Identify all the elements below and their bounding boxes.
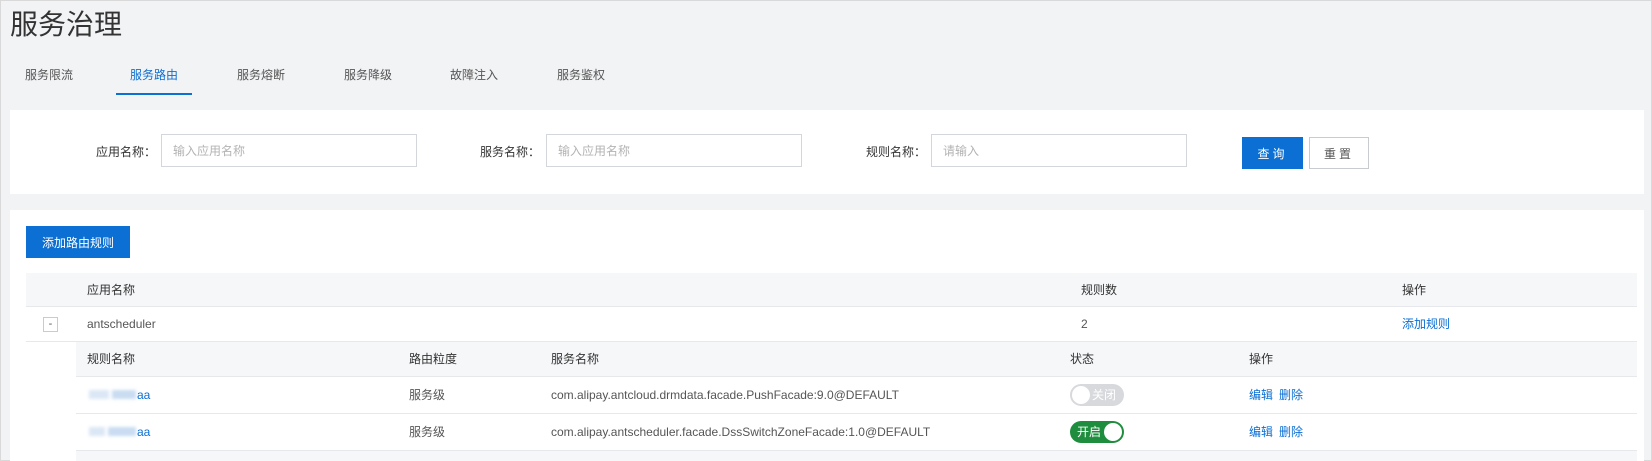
rule-name-label: 规则名称：: [866, 145, 927, 159]
service-name-label: 服务名称：: [480, 145, 541, 159]
column-status: 状态: [1070, 352, 1095, 366]
status-toggle[interactable]: 开启: [1070, 421, 1124, 443]
redacted-text: [89, 427, 105, 436]
edit-link[interactable]: 编辑: [1249, 424, 1273, 440]
table-row: - antscheduler 2 添加规则: [26, 307, 1637, 342]
app-name-label: 应用名称：: [96, 145, 157, 159]
rule-name-link[interactable]: aa: [137, 387, 150, 403]
collapse-toggle[interactable]: -: [43, 317, 58, 332]
page-title: 服务治理: [10, 9, 123, 40]
filter-panel: 应用名称： 服务名称： 规则名称：: [10, 110, 1644, 194]
service-name-input[interactable]: [546, 134, 802, 167]
tab-degradation[interactable]: 服务降级: [343, 61, 393, 95]
tab-fault-injection[interactable]: 故障注入: [449, 61, 499, 95]
column-actions: 操作: [1402, 283, 1427, 297]
delete-link[interactable]: 删除: [1279, 387, 1303, 403]
reset-button[interactable]: 重置: [1309, 137, 1369, 169]
rule-row: aa 服务级 com.alipay.antcloud.drmdata.facad…: [76, 377, 1637, 414]
rule-name-input[interactable]: [931, 134, 1187, 167]
rule-list-panel: 添加路由规则 应用名称 规则数 操作 - antscheduler 2 添加规则…: [10, 210, 1644, 461]
toggle-knob: [1072, 386, 1090, 404]
query-button[interactable]: 查询: [1242, 137, 1303, 169]
column-granularity: 路由粒度: [409, 352, 458, 366]
status-toggle-label: 关闭: [1091, 388, 1116, 402]
tab-service-routing[interactable]: 服务路由: [116, 61, 192, 95]
redacted-text: [89, 390, 109, 399]
rule-row: aa 服务级 com.alipay.antscheduler.facade.Ds…: [76, 414, 1637, 451]
granularity-cell: 服务级: [409, 425, 446, 439]
rule-name-link[interactable]: aa: [137, 424, 150, 440]
toggle-knob: [1104, 423, 1122, 441]
service-name-cell: com.alipay.antscheduler.facade.DssSwitch…: [551, 425, 931, 439]
tab-authentication[interactable]: 服务鉴权: [556, 61, 606, 95]
edit-link[interactable]: 编辑: [1249, 387, 1273, 403]
column-service-name: 服务名称: [551, 352, 600, 366]
delete-link[interactable]: 删除: [1279, 424, 1303, 440]
column-sub-actions: 操作: [1249, 352, 1274, 366]
service-name-cell: com.alipay.antcloud.drmdata.facade.PushF…: [551, 388, 899, 402]
rule-sub-table: 规则名称 路由粒度 服务名称 状态 操作 aa 服务级 com.alipay.a…: [76, 342, 1637, 461]
tab-rate-limit[interactable]: 服务限流: [24, 61, 74, 95]
status-toggle-label: 开启: [1077, 425, 1102, 439]
add-route-rule-button[interactable]: 添加路由规则: [26, 226, 130, 258]
rule-count-cell: 2: [1081, 317, 1088, 331]
tab-circuit-breaker[interactable]: 服务熔断: [236, 61, 286, 95]
table-header: 应用名称 规则数 操作: [26, 273, 1637, 307]
add-rule-link[interactable]: 添加规则: [1402, 316, 1450, 332]
granularity-cell: 服务级: [409, 388, 446, 402]
redacted-text: [112, 390, 136, 399]
app-name-input[interactable]: [161, 134, 417, 167]
redacted-text: [108, 427, 136, 436]
status-toggle[interactable]: 关闭: [1070, 384, 1124, 406]
column-rule-count: 规则数: [1081, 283, 1118, 297]
sub-table-header: 规则名称 路由粒度 服务名称 状态 操作: [76, 342, 1637, 377]
app-name-cell: antscheduler: [87, 317, 156, 331]
column-rule-name: 规则名称: [87, 352, 136, 366]
column-app-name: 应用名称: [87, 283, 136, 297]
tab-bar: 服务限流 服务路由 服务熔断 服务降级 故障注入 服务鉴权: [1, 61, 701, 95]
